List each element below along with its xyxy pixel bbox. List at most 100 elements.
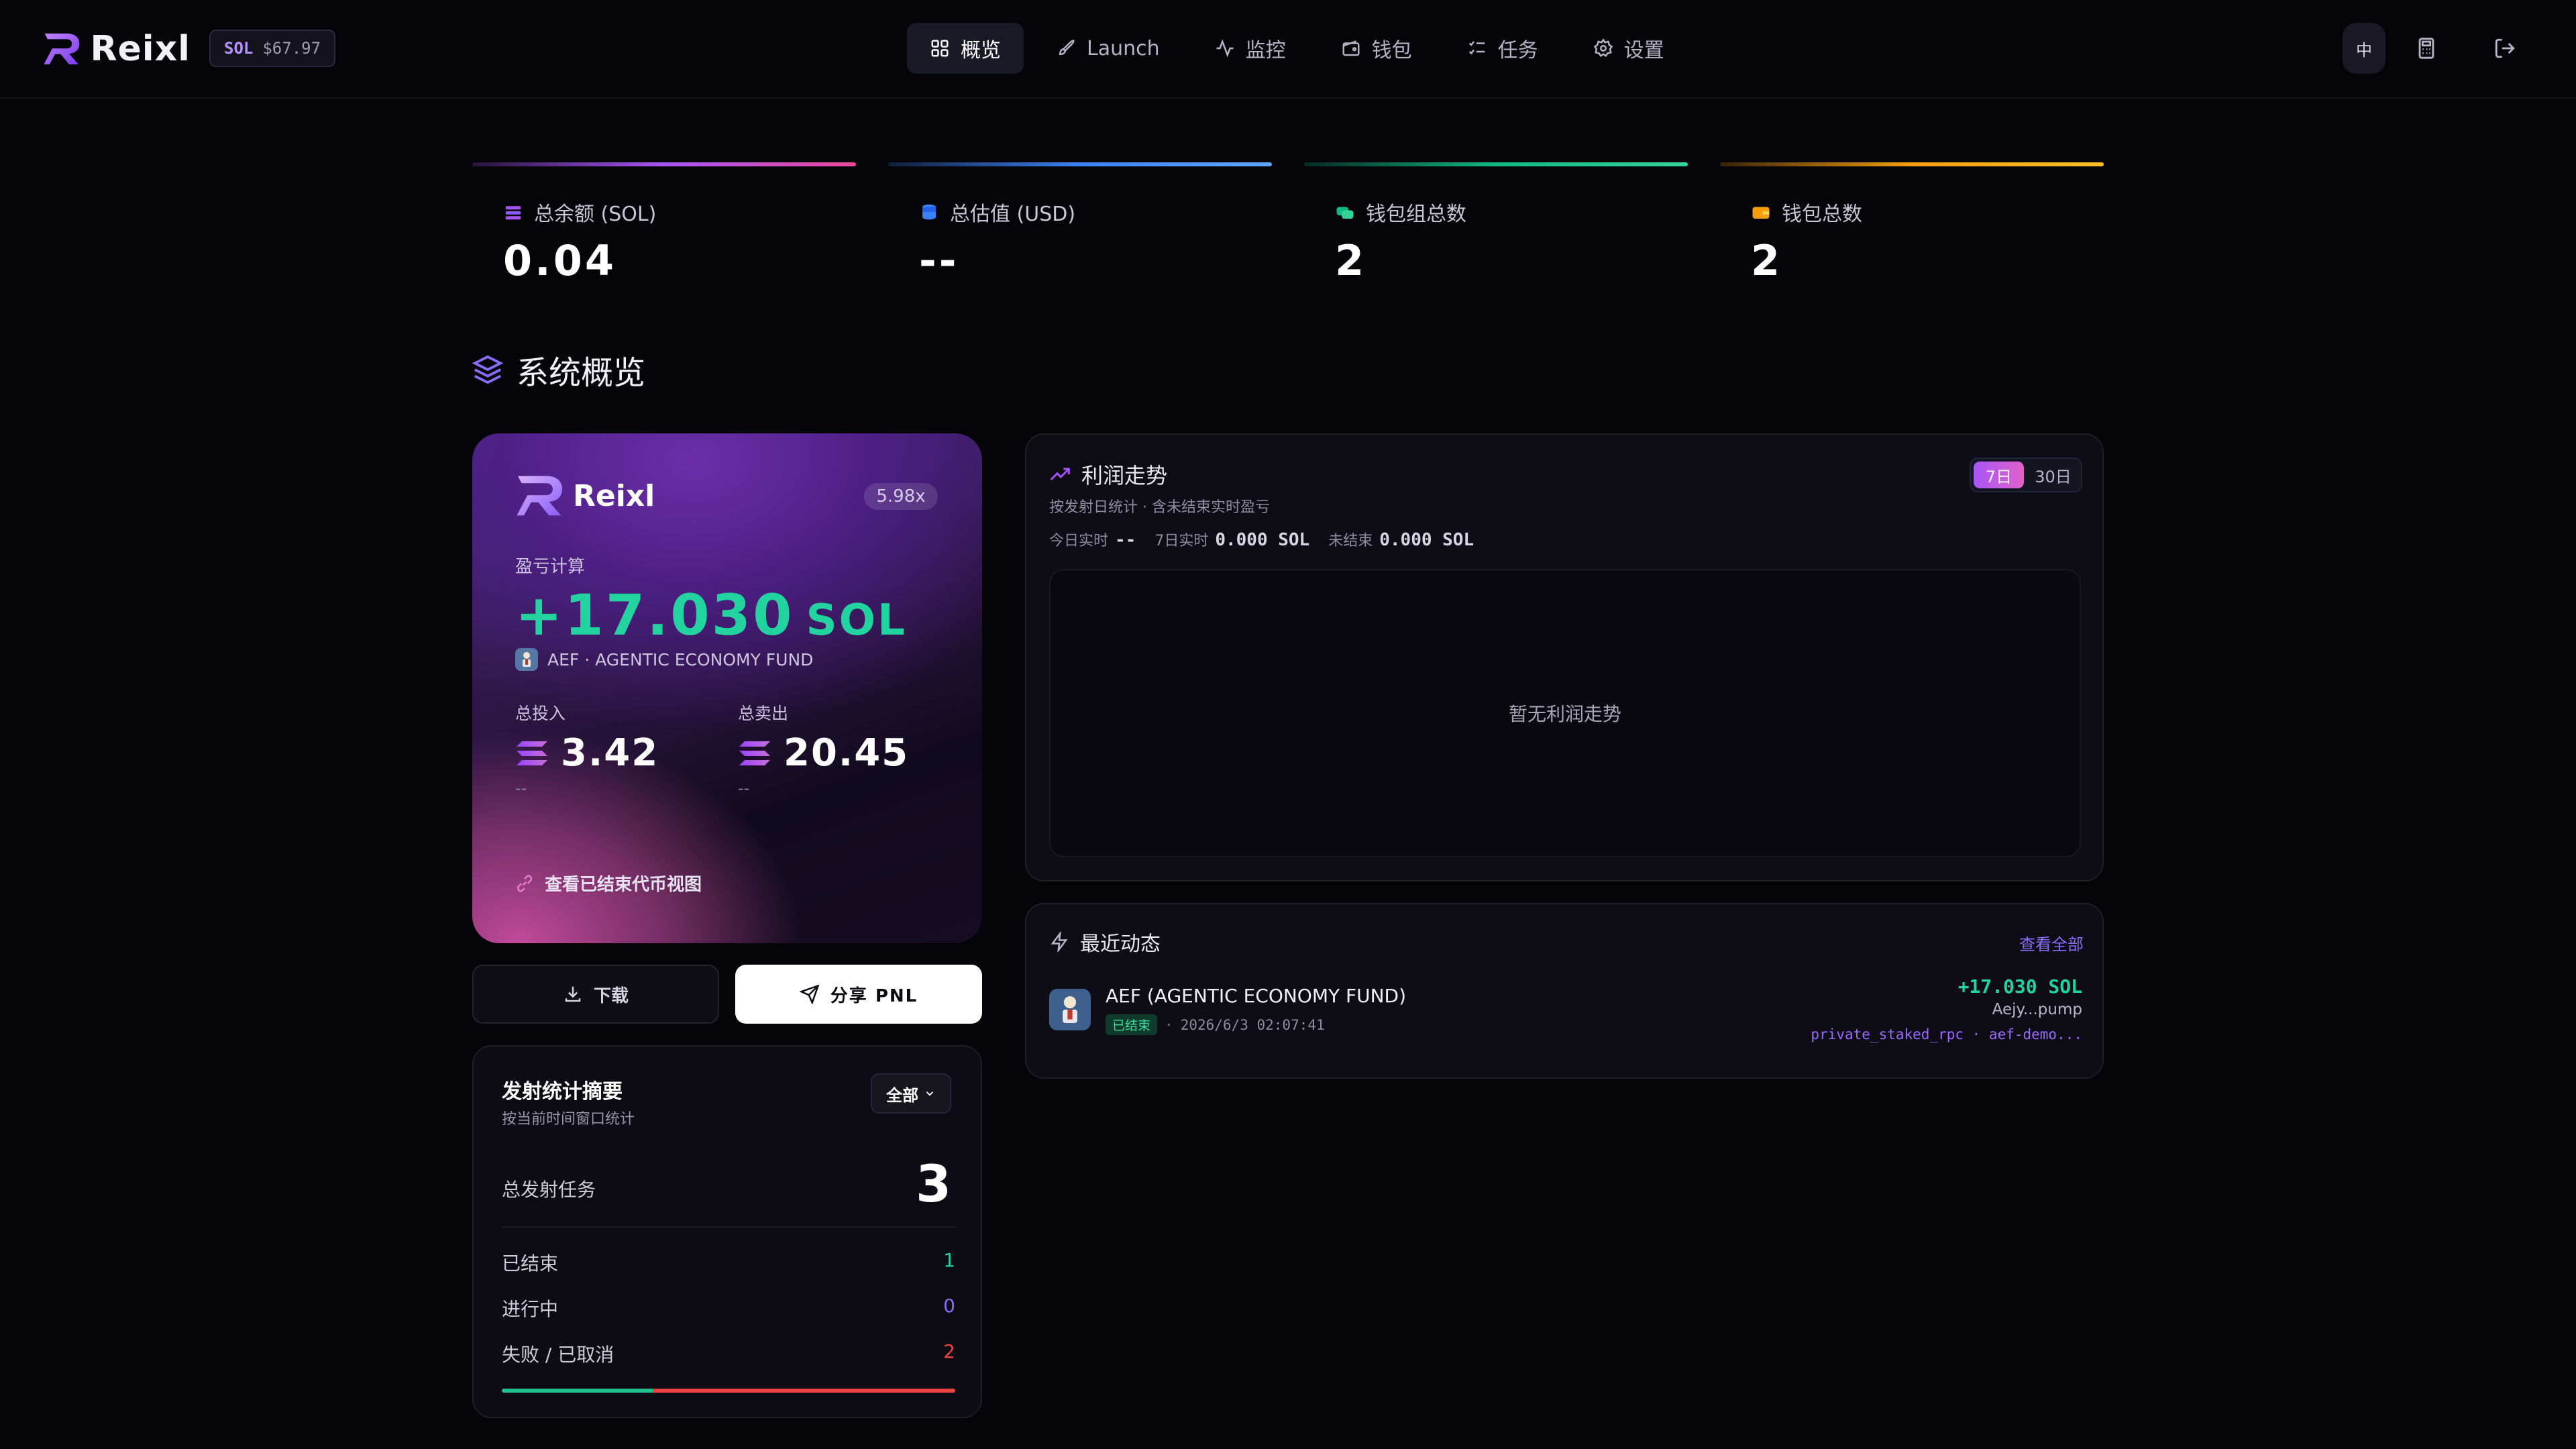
ended-tokens-link-label: 查看已结束代币视图 — [545, 875, 702, 895]
brand-logo[interactable]: Reixl — [43, 23, 191, 75]
summary-filter-select[interactable]: 全部 — [871, 1073, 951, 1114]
gear-icon — [1593, 38, 1613, 57]
multiplier-badge: 5.98x — [864, 483, 938, 510]
view-all-link[interactable]: 查看全部 — [2019, 931, 2084, 955]
reixl-logo-icon — [517, 476, 563, 516]
trend-stats: 今日实时 -- 7日实时 0.000 SOL 未结束 0.000 SOL — [1049, 529, 1474, 550]
activity-tags: private_staked_rpc · aef-demo... — [1811, 1026, 2082, 1042]
stat-label: 总估值 (USD) — [950, 203, 1076, 226]
language-toggle[interactable]: 中 — [2343, 23, 2385, 74]
profit-trend-panel: 利润走势 按发射日统计 · 含未结束实时盈亏 7日 30日 今日实时 -- 7日实… — [1025, 433, 2104, 881]
calculator-icon — [2418, 38, 2434, 59]
today-label: 今日实时 — [1049, 533, 1109, 549]
today-stat: 今日实时 -- — [1049, 529, 1136, 550]
divider — [502, 1226, 955, 1228]
grid-icon — [931, 40, 949, 57]
trending-up-icon — [1050, 468, 1070, 481]
ended-tokens-link[interactable]: 查看已结束代币视图 — [515, 871, 702, 896]
sold-sub: -- — [738, 779, 750, 798]
brand-name: Reixl — [90, 29, 191, 69]
download-icon — [565, 986, 581, 1002]
stat-label: 钱包总数 — [1782, 203, 1862, 226]
activity-time: 2026/6/3 02:07:41 — [1180, 1016, 1325, 1033]
solana-icon — [517, 741, 547, 765]
share-pnl-button[interactable]: 分享 PNL — [735, 965, 982, 1024]
recent-activity-panel: 最近动态 查看全部 AEF (AGENTIC ECONOMY FUND) 已结束… — [1025, 903, 2104, 1079]
invested-label: 总投入 — [515, 704, 566, 723]
token-name: AEF · AGENTIC ECONOMY FUND — [547, 649, 814, 669]
pnl-unit: SOL — [806, 596, 907, 645]
link-icon — [517, 874, 533, 892]
open-value: 0.000 SOL — [1379, 530, 1474, 550]
summary-progress-bar — [502, 1389, 955, 1393]
summary-title: 发射统计摘要 — [502, 1080, 623, 1104]
pnl-amount: +17.030 — [515, 582, 794, 648]
open-label: 未结束 — [1328, 533, 1373, 549]
summary-row-failed: 失败 / 已取消 2 — [502, 1340, 955, 1367]
reixl-logo-icon — [44, 34, 80, 64]
nav-item-monitor[interactable]: 监控 — [1192, 23, 1309, 74]
wallet-icon — [1752, 207, 1770, 219]
token-avatar — [515, 648, 538, 671]
stat-value: 2 — [1751, 236, 1783, 285]
row-value: 2 — [943, 1340, 955, 1362]
main-nav: 概览 Launch 监控 钱包 任务 设置 — [907, 23, 1687, 74]
logout-button[interactable] — [2490, 34, 2520, 63]
layers-icon — [472, 355, 503, 384]
trend-empty-text: 暂无利润走势 — [1508, 703, 1621, 725]
stat-accent-line — [1304, 162, 1688, 166]
section-title-text: 系统概览 — [517, 354, 646, 392]
tab-7d[interactable]: 7日 — [1974, 462, 2024, 488]
nav-label: 任务 — [1497, 39, 1538, 62]
pnl-card-logo: Reixl — [515, 474, 655, 518]
nav-item-wallet[interactable]: 钱包 — [1318, 23, 1435, 74]
activity-pnl: +17.030 SOL — [1957, 975, 2082, 998]
activity-token-avatar — [1049, 989, 1091, 1030]
activity-token-name[interactable]: AEF (AGENTIC ECONOMY FUND) — [1106, 985, 1406, 1007]
recent-title: 最近动态 — [1049, 927, 1161, 957]
chevron-down-icon — [926, 1091, 934, 1096]
separator-dot: · — [1167, 1016, 1171, 1033]
sol-price-badge: SOL $67.97 — [209, 30, 336, 67]
nav-item-settings[interactable]: 设置 — [1570, 23, 1687, 74]
sold-value: 20.45 — [784, 731, 910, 775]
stat-label: 总余额 (SOL) — [534, 203, 657, 226]
nav-label: 概览 — [961, 39, 1001, 62]
trend-range-tabs: 7日 30日 — [1970, 458, 2082, 492]
open-stat: 未结束 0.000 SOL — [1328, 529, 1474, 550]
download-button[interactable]: 下载 — [472, 965, 719, 1024]
total-launches-value: 3 — [916, 1154, 951, 1214]
nav-item-tasks[interactable]: 任务 — [1444, 23, 1561, 74]
trend-chart-area: 暂无利润走势 — [1049, 569, 2081, 857]
today-value: -- — [1115, 530, 1136, 550]
coins-icon — [505, 206, 521, 220]
nav-item-launch[interactable]: Launch — [1033, 23, 1183, 74]
week-stat: 7日实时 0.000 SOL — [1155, 529, 1309, 550]
launch-summary-panel: 发射统计摘要 按当前时间窗口统计 全部 总发射任务 3 已结束 1 进行中 0 … — [472, 1045, 982, 1418]
stat-label: 钱包组总数 — [1366, 203, 1466, 226]
lightning-icon — [1051, 932, 1068, 952]
row-value: 0 — [943, 1295, 955, 1317]
summary-row-running: 进行中 0 — [502, 1295, 955, 1322]
token-avatar-icon — [523, 652, 531, 667]
pnl-token: AEF · AGENTIC ECONOMY FUND — [515, 648, 813, 671]
activity-wallet: Aejy...pump — [1992, 1001, 2082, 1018]
activity-icon — [1216, 39, 1234, 58]
stat-value: -- — [919, 236, 959, 285]
calculator-button[interactable] — [2412, 34, 2441, 63]
tab-30d[interactable]: 30日 — [2028, 462, 2078, 488]
recent-title-text: 最近动态 — [1080, 932, 1161, 956]
stat-accent-line — [1720, 162, 2104, 166]
share-label: 分享 PNL — [830, 985, 918, 1006]
pnl-card: Reixl 5.98x 盈亏计算 +17.030 SOL AEF · AGENTI… — [472, 433, 982, 943]
solana-icon — [739, 741, 770, 765]
summary-row-ended: 已结束 1 — [502, 1249, 955, 1276]
trend-title: 利润走势 — [1049, 459, 1167, 490]
week-value: 0.000 SOL — [1215, 530, 1310, 550]
row-label: 已结束 — [502, 1252, 559, 1275]
total-sold: 总卖出 20.45 -- — [738, 700, 909, 798]
row-value: 1 — [943, 1249, 955, 1271]
total-launches-label: 总发射任务 — [502, 1179, 596, 1201]
section-title: 系统概览 — [472, 346, 645, 393]
nav-item-overview[interactable]: 概览 — [907, 23, 1024, 74]
